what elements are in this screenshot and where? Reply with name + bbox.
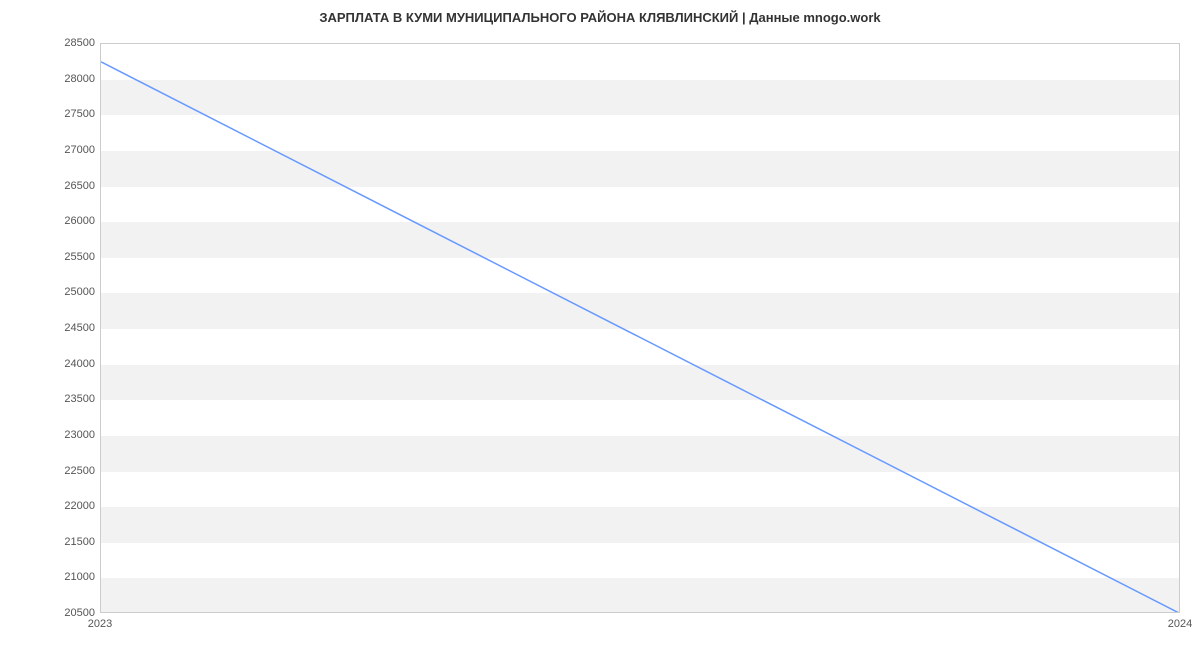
y-tick-label: 26500 [0, 180, 95, 192]
y-tick-label: 25500 [0, 251, 95, 263]
y-tick-label: 23000 [0, 429, 95, 441]
y-tick-label: 21500 [0, 536, 95, 548]
y-tick-label: 27500 [0, 108, 95, 120]
plot-area [100, 43, 1180, 613]
y-tick-label: 24000 [0, 358, 95, 370]
y-tick-label: 28500 [0, 37, 95, 49]
x-tick-label: 2023 [88, 618, 112, 630]
chart-container: 20500 21000 21500 22000 22500 23000 23500 24000… [0, 33, 1200, 643]
data-line [101, 44, 1180, 613]
y-tick-label: 22500 [0, 465, 95, 477]
y-tick-label: 22000 [0, 500, 95, 512]
y-tick-label: 24500 [0, 322, 95, 334]
x-tick-label: 2024 [1168, 618, 1192, 630]
y-tick-label: 23500 [0, 393, 95, 405]
y-tick-label: 21000 [0, 571, 95, 583]
y-tick-label: 25000 [0, 286, 95, 298]
y-tick-label: 27000 [0, 144, 95, 156]
y-tick-label: 26000 [0, 215, 95, 227]
y-tick-label: 28000 [0, 73, 95, 85]
y-tick-label: 20500 [0, 607, 95, 619]
chart-title: ЗАРПЛАТА В КУМИ МУНИЦИПАЛЬНОГО РАЙОНА КЛ… [0, 0, 1200, 33]
